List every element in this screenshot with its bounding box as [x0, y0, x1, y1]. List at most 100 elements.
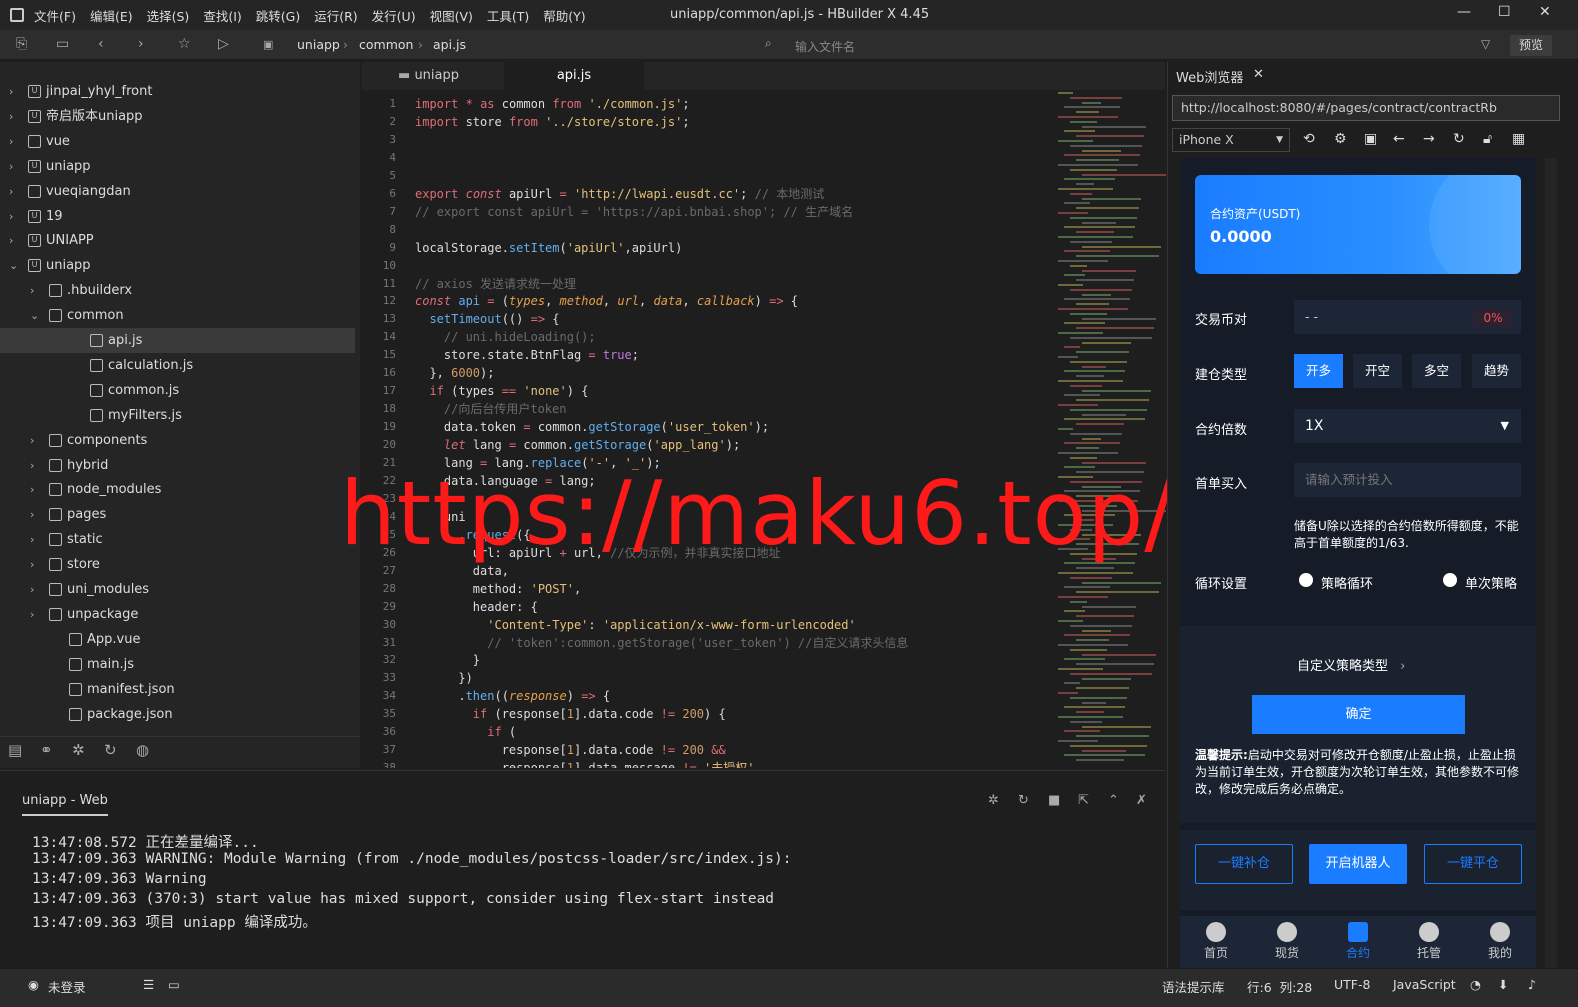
user-icon[interactable]: ◉	[28, 977, 39, 992]
code-line[interactable]: 16 }, 6000);	[362, 364, 1052, 382]
tree-item[interactable]: › uni_modules	[0, 577, 355, 602]
code-line[interactable]: 37 response[1].data.code != 200 &&	[362, 741, 1052, 759]
tree-item[interactable]: › static	[0, 527, 355, 552]
tree-item[interactable]: › Uuniapp	[0, 154, 355, 179]
download-icon[interactable]: ⬇	[1498, 977, 1508, 992]
plugin-icon[interactable]: ⚭	[40, 741, 53, 759]
code-line[interactable]: 12 const api = (types, method, url, data,…	[362, 292, 1052, 310]
chevron-down-icon[interactable]: ⌄	[9, 253, 18, 278]
radio-strategy-cycle[interactable]	[1299, 573, 1313, 587]
tree-item[interactable]: › store	[0, 552, 355, 577]
open-external-icon[interactable]: ⇱	[1078, 793, 1089, 808]
code-line[interactable]: 8	[362, 221, 1052, 239]
start-robot-button[interactable]: 开启机器人	[1309, 844, 1407, 884]
chevron-right-icon[interactable]: ›	[30, 502, 34, 527]
tree-item[interactable]: › hybrid	[0, 453, 355, 478]
url-input[interactable]: http://localhost:8080/#/pages/contract/c…	[1172, 95, 1560, 121]
cycle-option-strategy[interactable]: 策略循环	[1321, 573, 1373, 592]
stop-icon[interactable]: ■	[1048, 793, 1060, 808]
code-line[interactable]: 4	[362, 149, 1052, 167]
bookmark-star-icon[interactable]: ☆	[178, 36, 191, 52]
menu-item[interactable]: 编辑(E)	[90, 6, 133, 25]
code-line[interactable]: 15 store.state.BtnFlag = true;	[362, 346, 1052, 364]
run-icon[interactable]: ▷	[218, 36, 229, 52]
back-icon[interactable]: ‹	[98, 36, 104, 52]
menu-item[interactable]: 发行(U)	[372, 6, 416, 25]
console-tab[interactable]: uniapp - Web	[22, 793, 108, 816]
confirm-button[interactable]: 确定	[1252, 695, 1465, 734]
maximize-icon[interactable]: ☐	[1498, 4, 1511, 20]
pair-field[interactable]: - - 0%	[1294, 300, 1521, 334]
code-line[interactable]: 31 // 'token':common.getStorage('user_to…	[362, 634, 1052, 652]
code-line[interactable]: 19 data.token = common.getStorage('user_…	[362, 418, 1052, 436]
chat-icon[interactable]: ◔	[1470, 977, 1481, 992]
syntax-hint-lib[interactable]: 语法提示库	[1162, 977, 1225, 996]
chevron-right-icon[interactable]: ›	[30, 602, 34, 627]
code-line[interactable]: 6 export const apiUrl = 'http://lwapi.eus…	[362, 185, 1052, 203]
filter-icon[interactable]: ▽	[1481, 37, 1490, 51]
code-line[interactable]: 35 if (response[1].data.code != 200) {	[362, 705, 1052, 723]
tree-item[interactable]: › node_modules	[0, 477, 355, 502]
tree-item[interactable]: main.js	[0, 652, 355, 677]
nav-item[interactable]: 托管	[1409, 922, 1449, 961]
clear-icon[interactable]: ✗	[1136, 793, 1147, 808]
type-option-both[interactable]: 多空	[1412, 354, 1461, 388]
console-icon[interactable]: ▣	[1364, 131, 1377, 147]
language-mode[interactable]: JavaScript	[1393, 977, 1456, 992]
code-line[interactable]: 34 .then((response) => {	[362, 687, 1052, 705]
code-line[interactable]: 14 // uni.hideLoading();	[362, 328, 1052, 346]
code-line[interactable]: 20 let lang = common.getStorage('app_lan…	[362, 436, 1052, 454]
code-line[interactable]: 5	[362, 167, 1052, 185]
radio-single-strategy[interactable]	[1443, 573, 1457, 587]
tree-item[interactable]: manifest.json	[0, 677, 355, 702]
code-line[interactable]: 10	[362, 257, 1052, 275]
code-line[interactable]: 7 // export const apiUrl = 'https://api.b…	[362, 203, 1052, 221]
chevron-right-icon[interactable]: ›	[30, 527, 34, 552]
menu-item[interactable]: 视图(V)	[430, 6, 473, 25]
debug-icon[interactable]: ✲	[72, 741, 85, 759]
tree-item[interactable]: › vue	[0, 129, 355, 154]
tree-item[interactable]: › unpackage	[0, 602, 355, 627]
minimize-icon[interactable]: —	[1457, 4, 1471, 20]
explorer-icon[interactable]: ▤	[8, 741, 22, 759]
bell-icon[interactable]: ♪	[1528, 977, 1536, 992]
chevron-right-icon[interactable]: ›	[9, 228, 13, 253]
tree-item[interactable]: › U UNIAPP	[0, 228, 355, 253]
preview-button[interactable]: 预览	[1510, 35, 1552, 56]
qrcode-icon[interactable]: ▦	[1512, 131, 1525, 147]
code-line[interactable]: 2 import store from '../store/store.js';	[362, 113, 1052, 131]
tree-item[interactable]: ⌄ Uuniapp	[0, 253, 355, 278]
add-position-button[interactable]: 一键补仓	[1195, 844, 1293, 884]
rotate-icon[interactable]: ⟲	[1303, 131, 1315, 147]
tree-item[interactable]: › vueqiangdan	[0, 179, 355, 204]
save-icon[interactable]: ▭	[56, 36, 69, 52]
breadcrumb-folder[interactable]: common	[359, 37, 413, 52]
chevron-right-icon[interactable]: ›	[9, 179, 13, 204]
code-line[interactable]: 36 if (	[362, 723, 1052, 741]
tree-item[interactable]: api.js	[0, 328, 355, 353]
tree-item[interactable]: › pages	[0, 502, 355, 527]
back-arrow-icon[interactable]: ←	[1393, 131, 1405, 147]
lock-icon[interactable]: 🔓︎	[1483, 131, 1492, 147]
custom-strategy-link[interactable]: 自定义策略类型 ›	[1297, 655, 1405, 674]
chevron-right-icon[interactable]: ›	[9, 154, 13, 179]
menu-item[interactable]: 跳转(G)	[256, 6, 300, 25]
tree-item[interactable]: calculation.js	[0, 353, 355, 378]
nav-item[interactable]: 我的	[1480, 922, 1520, 961]
tree-item[interactable]: › U 19	[0, 204, 355, 229]
forward-arrow-icon[interactable]: →	[1423, 131, 1435, 147]
menu-item[interactable]: 工具(T)	[487, 6, 529, 25]
code-line[interactable]: 33 })	[362, 669, 1052, 687]
chevron-right-icon[interactable]: ›	[9, 104, 13, 129]
device-select[interactable]: iPhone X ▼	[1172, 128, 1290, 152]
chevron-right-icon[interactable]: ›	[30, 477, 34, 502]
code-line[interactable]: 18 //向后台传用户token	[362, 400, 1052, 418]
chevron-right-icon[interactable]: ›	[30, 428, 34, 453]
code-line[interactable]: 28 method: 'POST',	[362, 580, 1052, 598]
chevron-right-icon[interactable]: ›	[9, 204, 13, 229]
type-option-trend[interactable]: 趋势	[1472, 354, 1521, 388]
minimap[interactable]	[1058, 92, 1166, 768]
tree-item[interactable]: ⌄ common	[0, 303, 355, 328]
tree-item[interactable]: myFilters.js	[0, 403, 355, 428]
chevron-right-icon[interactable]: ›	[30, 453, 34, 478]
